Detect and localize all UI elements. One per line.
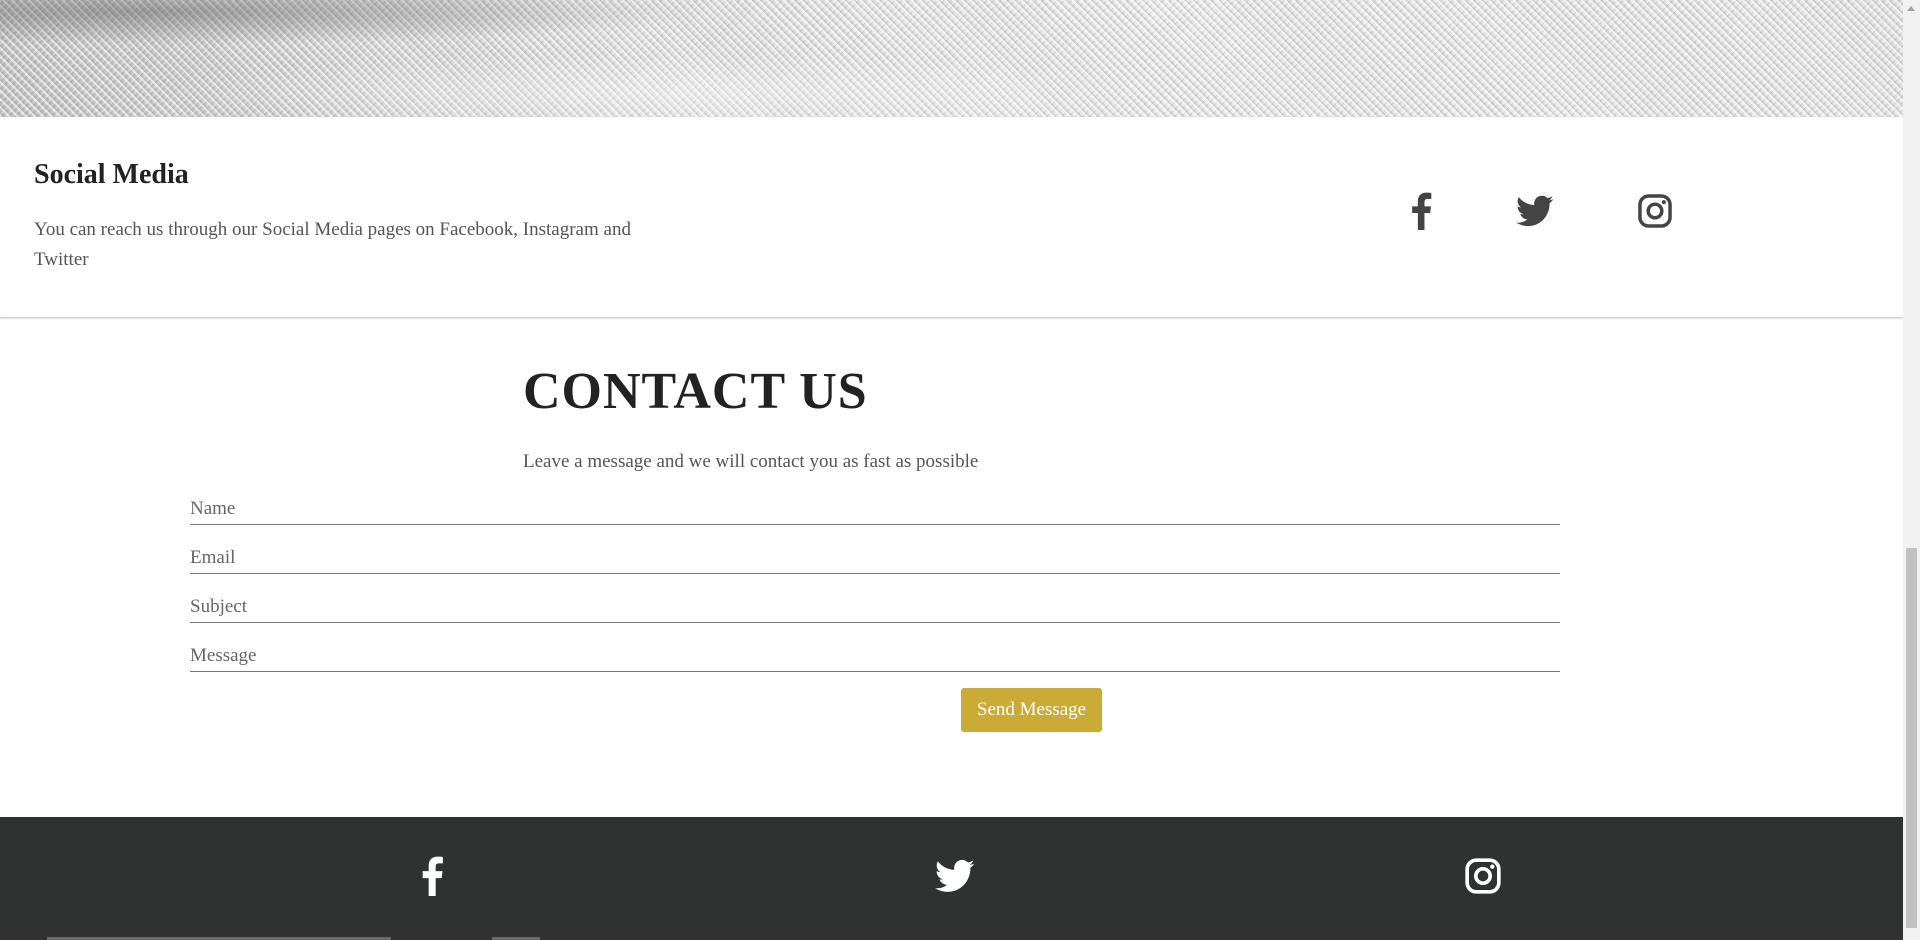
instagram-icon[interactable] (1636, 192, 1674, 230)
facebook-icon[interactable] (1402, 192, 1440, 230)
page-scrollbar[interactable] (1903, 0, 1920, 940)
scrollbar-thumb[interactable] (1906, 548, 1917, 928)
name-field[interactable] (190, 494, 1560, 525)
twitter-icon[interactable] (1516, 192, 1554, 230)
footer-facebook-icon[interactable] (412, 856, 452, 896)
fabric-banner-image (0, 0, 1903, 117)
scroll-up-arrow-icon[interactable] (1903, 0, 1920, 17)
footer-instagram-icon[interactable] (1463, 856, 1503, 896)
contact-subtitle: Leave a message and we will contact you … (523, 451, 979, 472)
subject-field[interactable] (190, 592, 1560, 623)
contact-title: CONTACT US (523, 363, 868, 420)
social-media-section: Social Media You can reach us through ou… (0, 117, 1903, 318)
social-media-title: Social Media (34, 159, 189, 190)
message-field[interactable] (190, 641, 1560, 672)
footer-twitter-icon[interactable] (935, 856, 975, 896)
social-media-description: You can reach us through our Social Medi… (34, 219, 631, 270)
email-field[interactable] (190, 543, 1560, 574)
send-message-button[interactable]: Send Message (961, 688, 1102, 732)
